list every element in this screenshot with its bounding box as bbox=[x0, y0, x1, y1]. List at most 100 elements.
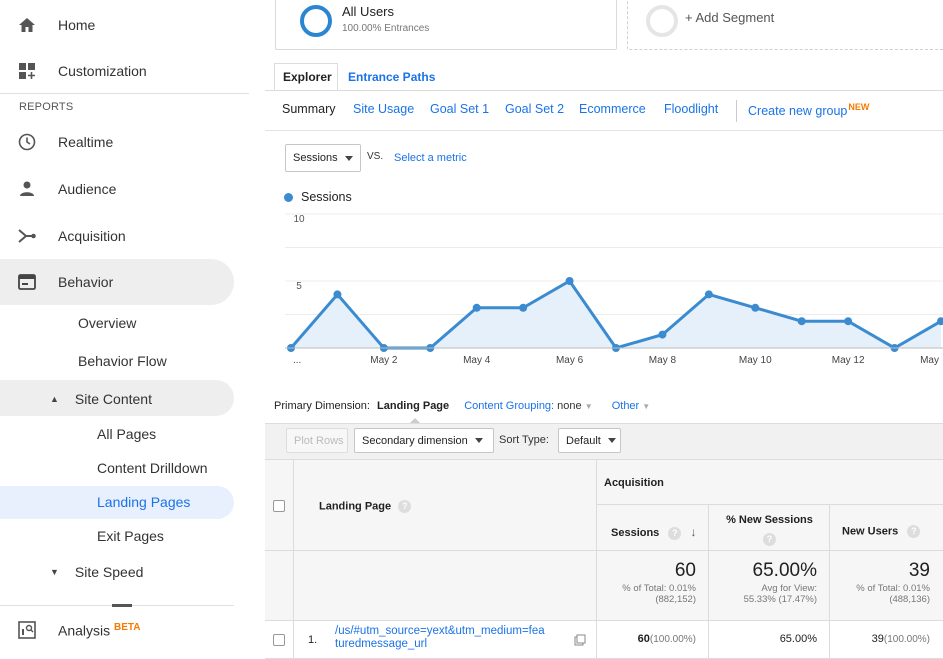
select-all-checkbox[interactable] bbox=[273, 500, 285, 512]
subtab-goal-set-2[interactable]: Goal Set 2 bbox=[505, 102, 564, 116]
nav-home[interactable]: Home bbox=[0, 3, 249, 47]
y-tick-label: 5 bbox=[296, 281, 302, 292]
nav-home-label: Home bbox=[58, 17, 96, 33]
totals-new-users: 39 % of Total: 0.01% (488,136) bbox=[830, 551, 943, 621]
nav-landing-pages[interactable]: Landing Pages bbox=[97, 487, 190, 517]
sort-type-select[interactable]: Default bbox=[558, 428, 621, 453]
nav-overview[interactable]: Overview bbox=[78, 308, 136, 338]
totals-new-users-value: 39 bbox=[908, 560, 930, 581]
subtabs-divider bbox=[265, 130, 943, 131]
data-point bbox=[333, 290, 342, 299]
row-sessions-value: 60 bbox=[637, 633, 650, 645]
x-tick-label: May 8 bbox=[649, 355, 677, 366]
data-point bbox=[658, 330, 667, 339]
nav-audience[interactable]: Audience bbox=[0, 167, 249, 211]
segment-circle-icon bbox=[300, 5, 332, 37]
tab-entrance-paths[interactable]: Entrance Paths bbox=[348, 70, 435, 84]
totals-sessions-value: 60 bbox=[674, 560, 696, 581]
header-landing-page[interactable]: Landing Page ? bbox=[294, 460, 597, 551]
add-segment-label: + Add Segment bbox=[685, 10, 775, 25]
nav-analysis[interactable]: Analysis BETA bbox=[0, 608, 249, 652]
header-acquisition-group: Acquisition bbox=[597, 460, 943, 505]
subtab-floodlight[interactable]: Floodlight bbox=[664, 102, 718, 116]
other-caret-icon: ▼ bbox=[642, 402, 651, 411]
nav-behavior[interactable]: Behavior bbox=[0, 260, 234, 304]
sort-down-arrow-icon: ↓ bbox=[690, 525, 697, 539]
nav-customization[interactable]: Customization bbox=[0, 49, 249, 93]
segment-name: All Users bbox=[342, 4, 395, 19]
row-checkbox[interactable] bbox=[273, 634, 285, 646]
subtab-summary[interactable]: Summary bbox=[282, 102, 335, 116]
data-table: Landing Page ? Acquisition Sessions ? ↓ … bbox=[265, 459, 943, 659]
vs-label: VS. bbox=[367, 151, 384, 162]
nav-behavior-flow[interactable]: Behavior Flow bbox=[78, 346, 167, 376]
y-tick-label: 10 bbox=[293, 214, 305, 225]
data-point bbox=[565, 277, 574, 285]
row-page-line2: turedmessage_url bbox=[335, 638, 428, 650]
totals-new-sessions: 65.00% Avg for View: 55.33% (17.47%) bbox=[709, 551, 830, 621]
secondary-dimension-select[interactable]: Secondary dimension bbox=[354, 428, 494, 453]
totals-label-cell bbox=[294, 551, 597, 621]
analysis-icon bbox=[16, 619, 38, 641]
subtab-site-usage[interactable]: Site Usage bbox=[353, 102, 414, 116]
sort-type-label: Sort Type: bbox=[499, 434, 549, 446]
metric-select-value: Sessions bbox=[293, 152, 338, 164]
other-label: Other bbox=[611, 400, 640, 412]
content-grouping-dropdown[interactable]: Content Grouping: none ▼ bbox=[464, 400, 595, 412]
row-new-users: 39(100.00%) bbox=[830, 621, 943, 659]
tab-explorer[interactable]: Explorer bbox=[283, 70, 332, 84]
plot-rows-button[interactable]: Plot Rows bbox=[286, 428, 348, 453]
legend-label: Sessions bbox=[301, 190, 352, 204]
x-tick-label: May bbox=[920, 355, 939, 366]
other-dropdown[interactable]: Other ▼ bbox=[612, 400, 651, 412]
expand-arrow-icon: ▼ bbox=[50, 567, 59, 577]
subtab-ecommerce[interactable]: Ecommerce bbox=[579, 102, 646, 116]
legend-dot-icon bbox=[284, 192, 293, 202]
sessions-chart: 10 5... May 2 May 4 May 6 May 8 May 10 May 12 Ma… bbox=[285, 213, 943, 366]
nav-site-content-label: Site Content bbox=[74, 391, 152, 407]
content-grouping-value: none bbox=[557, 400, 582, 412]
subtab-create-new-group[interactable]: Create new groupNEW bbox=[748, 102, 869, 118]
header-checkbox-cell bbox=[265, 460, 294, 551]
help-icon: ? bbox=[763, 533, 776, 547]
table-row-landing-page: 1. /us/#utm_source=yext&utm_medium=fea t… bbox=[294, 621, 597, 659]
help-icon: ? bbox=[668, 526, 682, 540]
data-point bbox=[844, 317, 853, 326]
main-content: All Users 100.00% Entrances + Add Segmen… bbox=[265, 0, 943, 659]
totals-sessions-total: (882,152) bbox=[655, 594, 696, 605]
totals-new-sessions-avg: 55.33% (17.47%) bbox=[743, 594, 817, 605]
open-link-icon[interactable] bbox=[574, 633, 586, 651]
row-new-users-value: 39 bbox=[871, 633, 884, 645]
sidebar-divider bbox=[0, 93, 249, 94]
add-segment-box[interactable]: + Add Segment bbox=[627, 0, 943, 50]
help-icon: ? bbox=[907, 525, 921, 538]
nav-acquisition[interactable]: Acquisition bbox=[0, 214, 249, 258]
nav-exit-pages[interactable]: Exit Pages bbox=[97, 521, 164, 551]
data-point bbox=[519, 303, 528, 312]
nav-site-content[interactable]: ▲ Site Content bbox=[50, 384, 152, 414]
select-metric-link[interactable]: Select a metric bbox=[394, 152, 467, 164]
metric-select[interactable]: Sessions bbox=[285, 144, 361, 172]
header-new-sessions[interactable]: % New Sessions ? bbox=[709, 505, 830, 551]
segment-all-users[interactable]: All Users 100.00% Entrances bbox=[275, 0, 617, 50]
nav-all-pages[interactable]: All Pages bbox=[97, 419, 156, 449]
row-landing-page-link[interactable]: /us/#utm_source=yext&utm_medium=fea ture… bbox=[335, 625, 545, 651]
reports-header: REPORTS bbox=[19, 101, 74, 113]
create-new-group-label: Create new group bbox=[748, 104, 848, 119]
primary-dimension-label: Primary Dimension: bbox=[274, 400, 370, 412]
header-new-users-label: New Users bbox=[842, 525, 899, 538]
subtab-goal-set-1[interactable]: Goal Set 1 bbox=[430, 102, 489, 116]
row-sessions-pct: (100.00%) bbox=[649, 634, 696, 645]
nav-content-drilldown[interactable]: Content Drilldown bbox=[97, 453, 208, 483]
header-new-sessions-label: % New Sessions bbox=[726, 514, 813, 526]
content-grouping-caret-icon: ▼ bbox=[584, 402, 593, 411]
nav-site-speed[interactable]: ▼ Site Speed bbox=[50, 557, 143, 587]
nav-realtime[interactable]: Realtime bbox=[0, 120, 249, 164]
primary-dimension-landing-page[interactable]: Landing Page bbox=[377, 400, 449, 412]
header-new-users[interactable]: New Users ? bbox=[830, 505, 943, 551]
acquisition-icon bbox=[16, 225, 38, 247]
data-point bbox=[704, 290, 713, 299]
sort-type-value: Default bbox=[566, 434, 601, 447]
header-sessions[interactable]: Sessions ? ↓ bbox=[597, 505, 709, 551]
header-sessions-label: Sessions bbox=[611, 527, 660, 539]
